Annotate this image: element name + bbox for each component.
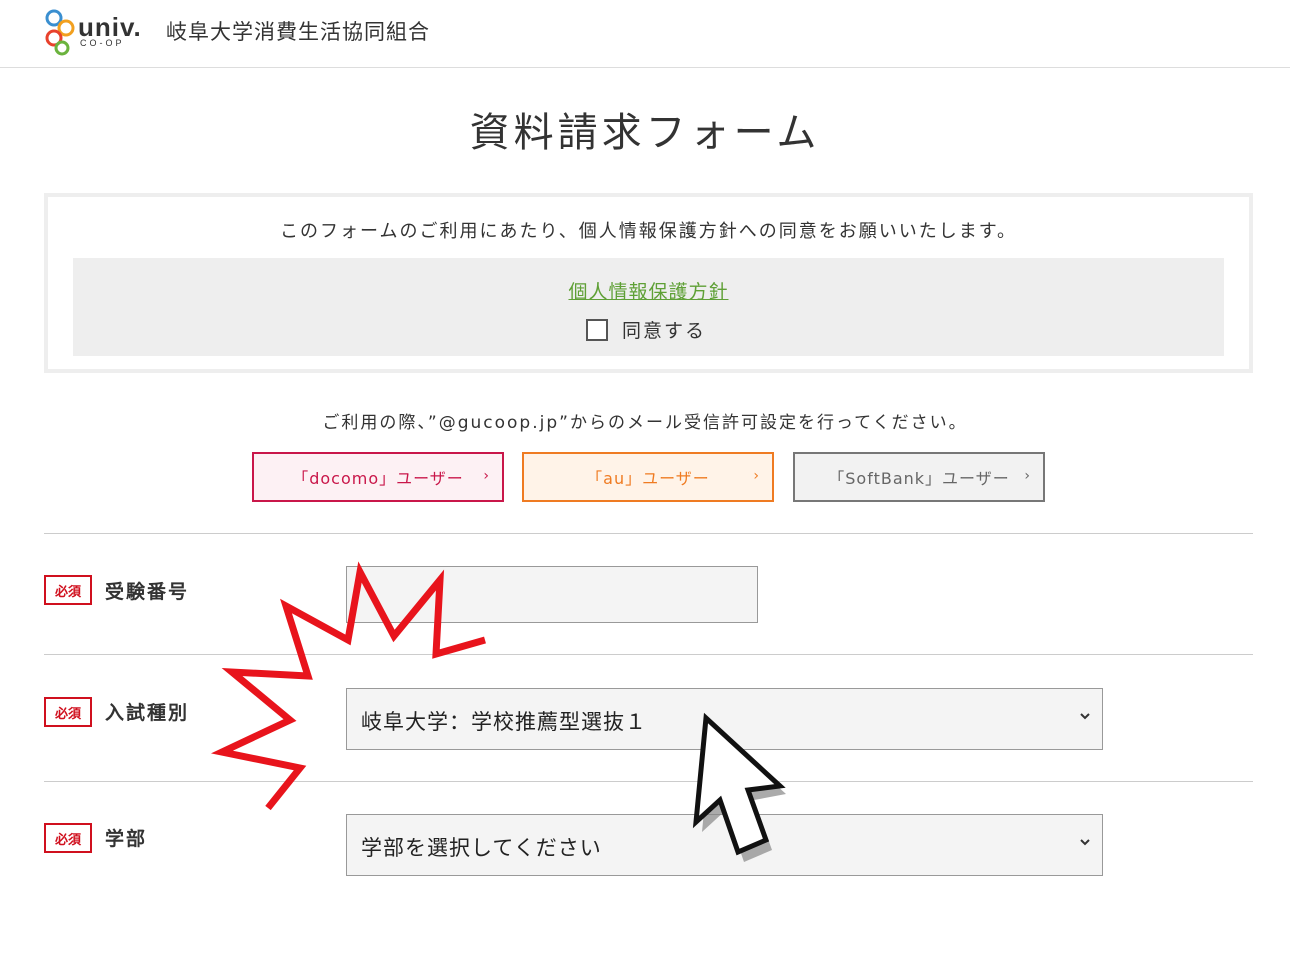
exam-type-selected-value: 岐阜大学：学校推薦型選抜１ [361, 710, 647, 734]
logo-subtext: CO-OP [80, 38, 125, 48]
mail-setting-note: ご利用の際、”@gucoop.jp”からのメール受信許可設定を行ってください。 [322, 413, 968, 433]
exam-type-select[interactable]: 岐阜大学：学校推薦型選抜１ [346, 688, 1103, 750]
required-badge: 必須 [44, 697, 92, 727]
divider [44, 533, 1253, 534]
exam-type-label: 入試種別 [105, 702, 190, 724]
site-header: univ. CO-OP 岐阜大学消費生活協同組合 [0, 0, 1290, 68]
privacy-policy-link[interactable]: 個人情報保護方針 [73, 277, 1224, 304]
faculty-select[interactable]: 学部を選択してください [346, 814, 1103, 876]
docomo-button-label: 「docomo」ユーザー [292, 469, 464, 488]
faculty-selected-value: 学部を選択してください [361, 836, 602, 860]
exam-number-label: 受験番号 [105, 581, 190, 603]
faculty-label: 学部 [105, 828, 148, 850]
exam-number-input[interactable] [346, 566, 758, 623]
chevron-right-icon: › [1024, 468, 1031, 484]
au-user-button[interactable]: 「au」ユーザー › [522, 452, 774, 502]
divider [44, 654, 1253, 655]
au-button-label: 「au」ユーザー [586, 469, 710, 488]
chevron-down-icon [1080, 713, 1090, 720]
softbank-user-button[interactable]: 「SoftBank」ユーザー › [793, 452, 1045, 502]
required-badge: 必須 [44, 823, 92, 853]
agree-checkbox-row[interactable]: 同意する [586, 316, 706, 343]
organization-name: 岐阜大学消費生活協同組合 [166, 20, 430, 44]
softbank-button-label: 「SoftBank」ユーザー [828, 469, 1010, 488]
chevron-right-icon: › [753, 468, 760, 484]
divider [44, 781, 1253, 782]
page-title: 資料請求フォーム [469, 110, 821, 156]
chevron-down-icon [1080, 839, 1090, 846]
agree-label[interactable]: 同意する [622, 316, 706, 343]
agree-checkbox[interactable] [586, 318, 608, 341]
chevron-right-icon: › [483, 468, 490, 484]
docomo-user-button[interactable]: 「docomo」ユーザー › [252, 452, 504, 502]
required-badge: 必須 [44, 575, 92, 605]
consent-panel: 個人情報保護方針 同意する [73, 258, 1224, 356]
consent-message: このフォームのご利用にあたり、個人情報保護方針への同意をお願いいたします。 [280, 221, 1017, 242]
consent-box: このフォームのご利用にあたり、個人情報保護方針への同意をお願いいたします。 個人… [44, 193, 1253, 373]
